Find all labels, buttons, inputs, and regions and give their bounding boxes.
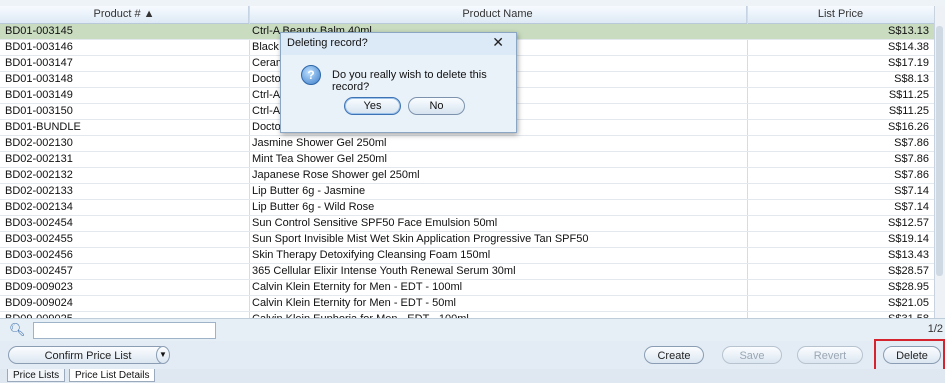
cell-product-name: Skin Therapy Detoxifying Cleansing Foam … (252, 249, 491, 261)
cell-product-number: BD02-002134 (5, 201, 73, 213)
cell-list-price: S$13.13 (888, 25, 929, 37)
cell-product-number: BD02-002131 (5, 153, 73, 165)
cell-list-price: S$8.13 (894, 73, 929, 85)
cell-list-price: S$16.26 (888, 121, 929, 133)
tab-price-lists[interactable]: Price Lists (7, 369, 66, 382)
search-input[interactable] (33, 322, 216, 339)
cell-product-number: BD09-009023 (5, 281, 73, 293)
cell-list-price: S$17.19 (888, 57, 929, 69)
delete-highlight-box (874, 339, 945, 372)
cell-product-number: BD01-003145 (5, 25, 73, 37)
column-header-product-name[interactable]: Product Name (249, 6, 747, 23)
cell-product-name: Sun Sport Invisible Mist Wet Skin Applic… (252, 233, 589, 245)
table-row[interactable]: BD02-002130 Jasmine Shower Gel 250ml S$7.8… (0, 136, 945, 152)
tab-price-list-details[interactable]: Price List Details (69, 369, 156, 382)
cell-list-price: S$14.38 (888, 41, 929, 53)
revert-button[interactable]: Revert (797, 346, 863, 364)
dialog-body: ? Do you really wish to delete this reco… (281, 55, 516, 132)
cell-product-number: BD03-002454 (5, 217, 73, 229)
save-button[interactable]: Save (722, 346, 782, 364)
cell-product-name: Jasmine Shower Gel 250ml (252, 137, 387, 149)
table-row[interactable]: BD03-002456 Skin Therapy Detoxifying Clea… (0, 248, 945, 264)
tab-strip: Price Lists Price List Details (0, 369, 945, 382)
cell-list-price: S$28.95 (888, 281, 929, 293)
delete-confirm-dialog: Deleting record? ✕ ? Do you really wish … (280, 32, 517, 133)
cell-list-price: S$7.14 (894, 201, 929, 213)
table-row[interactable]: BD02-002132 Japanese Rose Shower gel 250m… (0, 168, 945, 184)
confirm-price-list-button[interactable]: Confirm Price List (8, 346, 168, 364)
cell-product-number: BD01-BUNDLE (5, 121, 81, 133)
cell-product-number: BD02-002130 (5, 137, 73, 149)
grid-header: Product # ▲ Product Name List Price (0, 6, 945, 24)
cell-product-name: 365 Cellular Elixir Intense Youth Renewa… (252, 265, 516, 277)
cell-list-price: S$11.25 (888, 89, 929, 101)
action-bar: Confirm Price List ▼ Create New Save Rev… (0, 339, 945, 380)
search-icon[interactable]: 🔍︎ (9, 322, 26, 338)
search-bar: 🔍︎ 1/2 (0, 318, 945, 341)
column-header-product-number[interactable]: Product # ▲ (0, 6, 249, 23)
cell-product-number: BD03-002457 (5, 265, 73, 277)
cell-product-name: Lip Butter 6g - Wild Rose (252, 201, 375, 213)
cell-product-number: BD03-002455 (5, 233, 73, 245)
cell-product-number: BD02-002132 (5, 169, 73, 181)
cell-product-number: BD03-002456 (5, 249, 73, 261)
cell-product-number: BD01-003146 (5, 41, 73, 53)
create-new-button[interactable]: Create New (644, 346, 704, 380)
page-indicator: 1/2 (927, 323, 943, 335)
cell-list-price: S$19.14 (888, 233, 929, 245)
scrollbar-thumb[interactable] (936, 26, 943, 276)
close-icon[interactable]: ✕ (492, 34, 504, 51)
table-row[interactable]: BD09-009023 Calvin Klein Eternity for Men… (0, 280, 945, 296)
dialog-message: Do you really wish to delete this record… (332, 69, 487, 93)
no-button[interactable]: No (408, 97, 465, 115)
cell-product-name: Sun Control Sensitive SPF50 Face Emulsio… (252, 217, 498, 229)
chevron-down-icon[interactable]: ▼ (156, 346, 170, 364)
table-row[interactable]: BD09-009024 Calvin Klein Eternity for Men… (0, 296, 945, 312)
cell-list-price: S$7.14 (894, 185, 929, 197)
cell-product-name: Mint Tea Shower Gel 250ml (252, 153, 387, 165)
cell-product-name: Japanese Rose Shower gel 250ml (252, 169, 420, 181)
cell-list-price: S$7.86 (894, 137, 929, 149)
cell-list-price: S$21.05 (888, 297, 929, 309)
cell-list-price: S$7.86 (894, 169, 929, 181)
table-row[interactable]: BD02-002131 Mint Tea Shower Gel 250ml S$7.… (0, 152, 945, 168)
table-row[interactable]: BD03-002454 Sun Control Sensitive SPF50 F… (0, 216, 945, 232)
cell-list-price: S$13.43 (888, 249, 929, 261)
table-row[interactable]: BD02-002134 Lip Butter 6g - Wild Rose S$7.… (0, 200, 945, 216)
cell-product-name: Calvin Klein Eternity for Men - EDT - 10… (252, 281, 463, 293)
dialog-title: Deleting record? (287, 37, 368, 49)
cell-list-price: S$11.25 (888, 105, 929, 117)
cell-list-price: S$12.57 (888, 217, 929, 229)
cell-product-number: BD09-009024 (5, 297, 73, 309)
question-icon: ? (301, 65, 321, 85)
cell-product-number: BD02-002133 (5, 185, 73, 197)
cell-product-number: BD01-003149 (5, 89, 73, 101)
vertical-scrollbar[interactable] (934, 6, 945, 318)
table-row[interactable]: BD02-002133 Lip Butter 6g - Jasmine S$7.14 (0, 184, 945, 200)
cell-product-name: Lip Butter 6g - Jasmine (252, 185, 366, 197)
column-header-list-price[interactable]: List Price (747, 6, 935, 23)
table-row[interactable]: BD03-002455 Sun Sport Invisible Mist Wet … (0, 232, 945, 248)
cell-list-price: S$28.57 (888, 265, 929, 277)
cell-product-name: Calvin Klein Eternity for Men - EDT - 50… (252, 297, 456, 309)
table-row[interactable]: BD03-002457 365 Cellular Elixir Intense Y… (0, 264, 945, 280)
cell-product-number: BD01-003147 (5, 57, 73, 69)
yes-button[interactable]: Yes (344, 97, 401, 115)
cell-list-price: S$7.86 (894, 153, 929, 165)
cell-product-number: BD01-003150 (5, 105, 73, 117)
cell-product-number: BD01-003148 (5, 73, 73, 85)
